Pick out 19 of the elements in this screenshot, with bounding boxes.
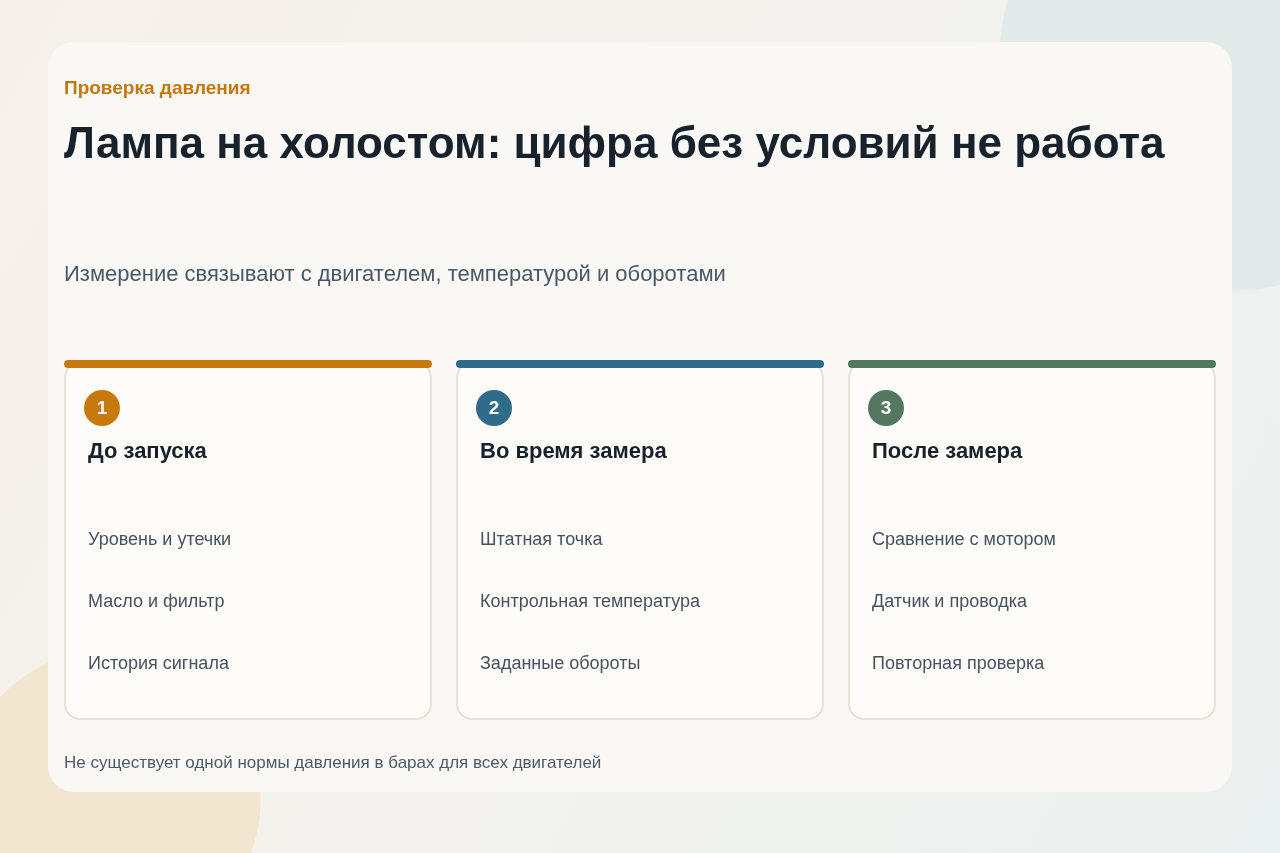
checklist-item: Заданные обороты <box>480 652 642 675</box>
step-number: 1 <box>84 390 120 426</box>
checklist-item: Штатная точка <box>480 528 604 551</box>
checklist-item: История сигнала <box>88 652 230 675</box>
step-title: До запуска <box>88 437 207 465</box>
slide-title: Лампа на холостом: цифра без условий не работа <box>64 117 1165 169</box>
checklist-item: Сравнение с мотором <box>872 528 1056 551</box>
step-number: 3 <box>868 390 904 426</box>
step-title: Во время замера <box>480 437 667 465</box>
step-number: 2 <box>476 390 512 426</box>
checklist-item: Масло и фильтр <box>88 590 226 613</box>
checklist-item: Уровень и утечки <box>88 528 232 551</box>
checklist-item: Контрольная температура <box>480 590 700 613</box>
checklist-item: Повторная проверка <box>872 652 1046 675</box>
footnote: Не существует одной нормы давления в барах для всех двигателей <box>64 752 602 774</box>
step-title: После замера <box>872 437 1023 465</box>
subtitle: Измерение связывают с двигателем, температурой и оборотами <box>64 260 726 288</box>
checklist-item: Датчик и проводка <box>872 590 1028 613</box>
eyebrow-label: Проверка давления <box>64 76 251 100</box>
